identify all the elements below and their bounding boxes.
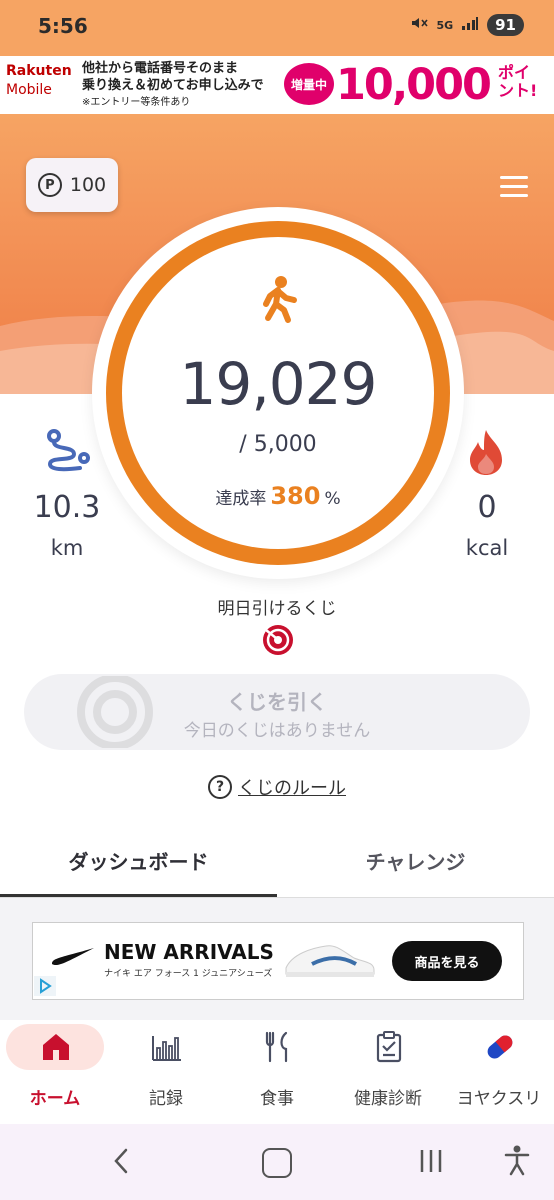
promo-cta-button[interactable]: 商品を見る (392, 941, 502, 981)
tomorrow-lottery-label: 明日引けるくじ (217, 599, 337, 619)
walking-icon (263, 276, 297, 323)
distance-unit: km (50, 536, 84, 560)
ad-badge: 増量中 (284, 63, 334, 105)
lottery-rules-text: くじのルール (238, 778, 346, 799)
promo-subline: ナイキ エア フォース 1 ジュニアシューズ (104, 969, 273, 979)
capsule-icon (487, 1035, 513, 1059)
nav-home-label: ホーム (29, 1089, 81, 1109)
nav-records-label: 記録 (149, 1089, 183, 1109)
promo-headline: NEW ARRIVALS (104, 940, 274, 964)
calories-unit: kcal (465, 536, 509, 560)
points-icon: P (37, 173, 62, 197)
menu-icon[interactable] (500, 176, 528, 198)
nav-checkup[interactable]: 健康診断 (333, 1020, 443, 1124)
flame-icon (470, 430, 502, 475)
accessibility-icon[interactable] (504, 1144, 530, 1176)
nav-checkup-label: 健康診断 (354, 1089, 422, 1109)
adchoices-icon[interactable] (34, 976, 56, 996)
ad-amount: 10,000 (336, 60, 492, 110)
clipboard-check-icon (376, 1031, 402, 1063)
sneaker-image (285, 945, 375, 977)
lottery-target-icon (263, 625, 293, 655)
help-icon: ? (208, 775, 232, 799)
draw-lottery-title: くじを引く (227, 690, 327, 714)
nav-yoyakusuri-label: ヨヤクスリ (456, 1089, 542, 1109)
home-icon (43, 1034, 69, 1060)
lottery-rules-link[interactable]: ? くじのルール (0, 774, 554, 800)
fork-knife-icon (265, 1031, 288, 1063)
rakuten-mobile-logo: Rakuten Mobile (6, 63, 72, 98)
back-icon[interactable] (110, 1146, 132, 1176)
ad-copy: 他社から電話番号そのまま 乗り換え＆初めてお申し込みで ※エントリー等条件あり (82, 61, 264, 108)
tab-dashboard[interactable]: ダッシュボード (0, 846, 277, 875)
distance-value: 10.3 (33, 490, 101, 525)
points-button[interactable]: P 100 (26, 158, 118, 212)
step-count: 19,029 (179, 350, 378, 418)
nav-records[interactable]: 記録 (111, 1020, 221, 1124)
nav-meals[interactable]: 食事 (222, 1020, 332, 1124)
distance-route-icon (47, 429, 90, 472)
mute-icon (410, 14, 429, 36)
nav-yoyakusuri[interactable]: ヨヤクスリ (444, 1020, 554, 1124)
nav-home[interactable]: ホーム (0, 1020, 110, 1124)
calories-value: 0 (477, 490, 497, 525)
network-label: 5G (436, 18, 454, 32)
status-time: 5:56 (38, 14, 88, 38)
signal-icon (461, 15, 479, 35)
achievement-rate: 達成率 380% (215, 482, 341, 510)
bar-chart-icon (152, 1036, 181, 1061)
ad-point-label: ポイ ント! (498, 63, 538, 100)
points-value: 100 (69, 174, 107, 196)
status-icons: 5G 91 (410, 14, 524, 36)
nav-meals-label: 食事 (260, 1089, 294, 1109)
nike-logo-icon (52, 948, 94, 966)
tab-challenge[interactable]: チャレンジ (277, 846, 554, 875)
battery-indicator: 91 (487, 14, 524, 36)
home-button-icon[interactable] (262, 1148, 292, 1178)
draw-lottery-subtitle: 今日のくじはありません (183, 721, 371, 741)
step-goal: / 5,000 (239, 432, 317, 457)
recent-apps-icon[interactable] (418, 1148, 444, 1174)
